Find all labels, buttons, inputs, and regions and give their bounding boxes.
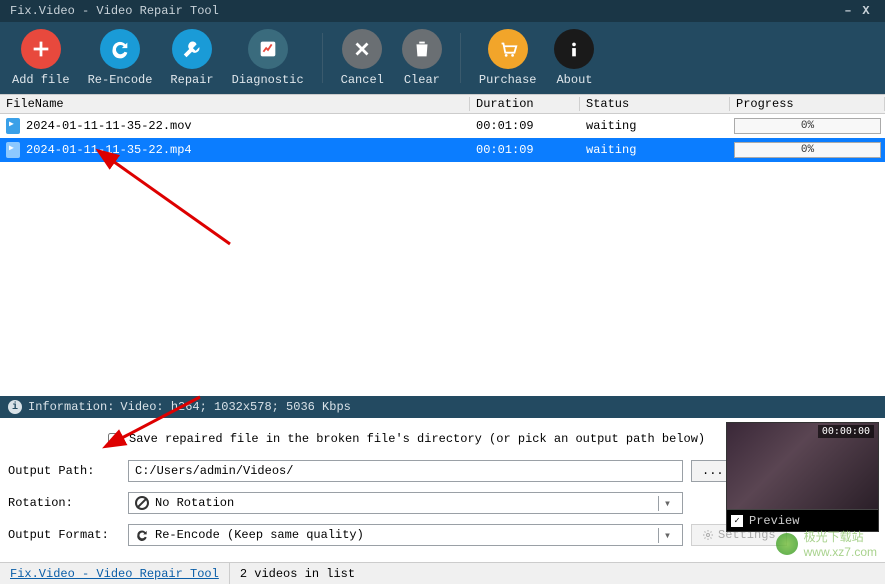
- chevron-down-icon: ▾: [658, 496, 676, 511]
- chart-icon: [248, 29, 288, 69]
- file-name: 2024-01-11-11-35-22.mov: [26, 119, 192, 133]
- info-label: Information:: [28, 400, 114, 414]
- annotation-arrow: [100, 154, 240, 258]
- refresh-icon: [100, 29, 140, 69]
- file-progress: 0%: [734, 118, 881, 134]
- cancel-icon: [342, 29, 382, 69]
- diagnostic-button[interactable]: Diagnostic: [232, 29, 304, 87]
- info-text: Video: h264; 1032x578; 5036 Kbps: [120, 400, 350, 414]
- video-file-icon: [6, 118, 20, 134]
- col-duration[interactable]: Duration: [470, 97, 580, 111]
- info-icon: [554, 29, 594, 69]
- about-button[interactable]: About: [554, 29, 594, 87]
- output-path-input[interactable]: [128, 460, 683, 482]
- save-in-broken-dir-label: Save repaired file in the broken file's …: [129, 432, 705, 446]
- minimize-button[interactable]: –: [839, 4, 857, 18]
- col-progress[interactable]: Progress: [730, 97, 885, 111]
- file-status: waiting: [580, 143, 730, 157]
- info-bar: i Information: Video: h264; 1032x578; 50…: [0, 396, 885, 418]
- preview-label: Preview: [749, 514, 799, 528]
- cancel-button[interactable]: Cancel: [341, 29, 384, 87]
- output-path-label: Output Path:: [8, 464, 120, 478]
- file-table-header: FileName Duration Status Progress: [0, 94, 885, 114]
- trash-icon: [402, 29, 442, 69]
- file-list: 2024-01-11-11-35-22.mov 00:01:09 waiting…: [0, 114, 885, 396]
- add-file-button[interactable]: Add file: [12, 29, 70, 87]
- wrench-icon: [172, 29, 212, 69]
- video-file-icon: [6, 142, 20, 158]
- no-rotation-icon: [135, 496, 149, 510]
- toolbar-separator: [460, 33, 461, 83]
- col-status[interactable]: Status: [580, 97, 730, 111]
- statusbar: Fix.Video - Video Repair Tool 2 videos i…: [0, 562, 885, 584]
- save-in-broken-dir-checkbox[interactable]: [108, 433, 121, 446]
- plus-icon: [21, 29, 61, 69]
- toolbar-separator: [322, 33, 323, 83]
- output-format-select[interactable]: Re-Encode (Keep same quality) ▾: [128, 524, 683, 546]
- refresh-icon: [135, 528, 149, 542]
- toolbar: Add file Re-Encode Repair Diagnostic Can…: [0, 22, 885, 94]
- file-duration: 00:01:09: [470, 119, 580, 133]
- info-icon: i: [8, 400, 22, 414]
- repair-button[interactable]: Repair: [170, 29, 213, 87]
- close-button[interactable]: X: [857, 4, 875, 18]
- cart-icon: [488, 29, 528, 69]
- preview-panel: 00:00:00 ✓ Preview: [726, 422, 879, 532]
- titlebar: Fix.Video - Video Repair Tool – X: [0, 0, 885, 22]
- clear-button[interactable]: Clear: [402, 29, 442, 87]
- gear-icon: [702, 529, 714, 541]
- file-status: waiting: [580, 119, 730, 133]
- file-duration: 00:01:09: [470, 143, 580, 157]
- options-panel: Save repaired file in the broken file's …: [0, 418, 885, 562]
- file-progress: 0%: [734, 142, 881, 158]
- table-row[interactable]: 2024-01-11-11-35-22.mov 00:01:09 waiting…: [0, 114, 885, 138]
- rotation-select[interactable]: No Rotation ▾: [128, 492, 683, 514]
- status-count: 2 videos in list: [230, 567, 365, 581]
- preview-timecode: 00:00:00: [818, 425, 874, 438]
- chevron-down-icon: ▾: [658, 528, 676, 543]
- purchase-button[interactable]: Purchase: [479, 29, 537, 87]
- rotation-label: Rotation:: [8, 496, 120, 510]
- table-row[interactable]: 2024-01-11-11-35-22.mp4 00:01:09 waiting…: [0, 138, 885, 162]
- status-link[interactable]: Fix.Video - Video Repair Tool: [0, 563, 230, 584]
- preview-thumbnail[interactable]: 00:00:00: [727, 423, 878, 509]
- preview-checkbox[interactable]: ✓: [731, 515, 743, 527]
- output-format-label: Output Format:: [8, 528, 120, 542]
- col-filename[interactable]: FileName: [0, 97, 470, 111]
- app-title: Fix.Video - Video Repair Tool: [10, 4, 219, 18]
- file-name: 2024-01-11-11-35-22.mp4: [26, 143, 192, 157]
- re-encode-button[interactable]: Re-Encode: [88, 29, 153, 87]
